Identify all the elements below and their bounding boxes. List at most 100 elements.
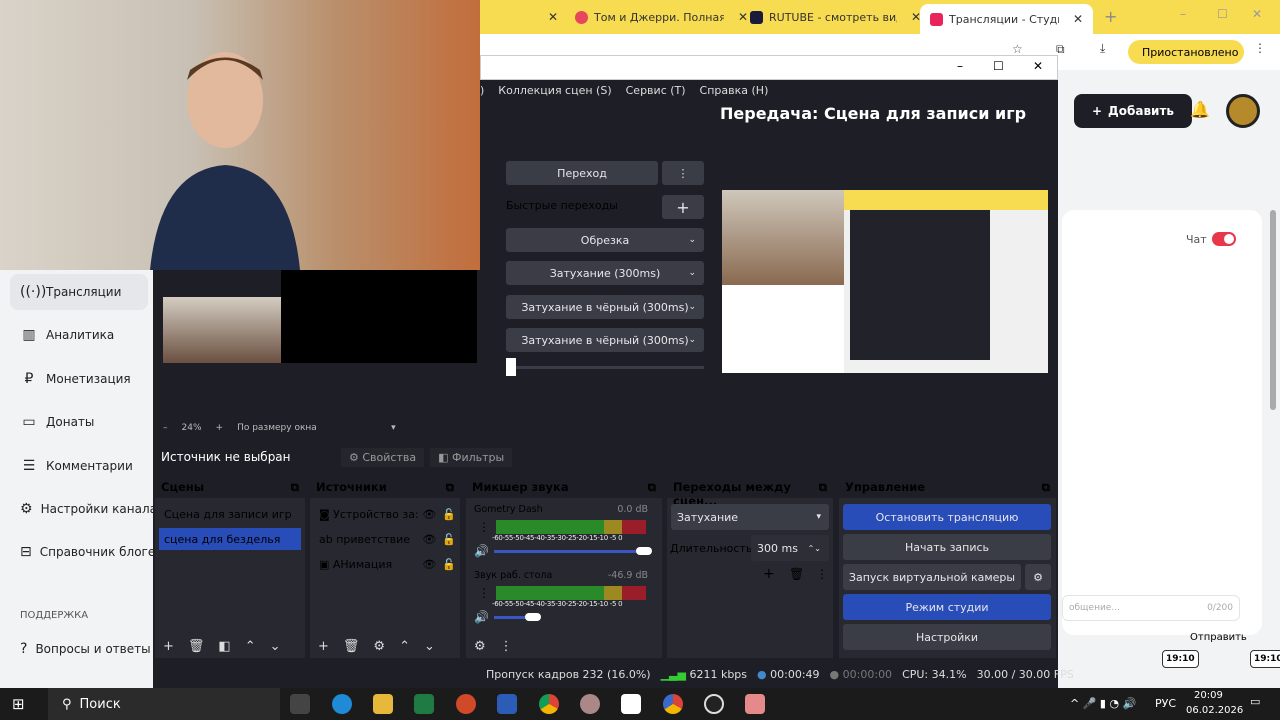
bell-icon[interactable]: 🔔 [1190,100,1210,119]
quick-transition-crop[interactable]: Обрезка ⌄ [506,228,704,252]
speaker-icon[interactable]: 🔊 [474,544,489,558]
gear-icon[interactable]: ⚙ [373,639,385,654]
properties-button[interactable]: ⚙ Свойства [341,447,425,467]
lock-icon[interactable]: 🔓 [442,558,456,571]
add-icon[interactable]: + [763,566,775,582]
tray-icons[interactable]: ^ 🎤 ▮ ◔ 🔊 [1070,697,1136,710]
search-box[interactable]: ⚲ Поиск [48,688,280,720]
studio-mode-button[interactable]: Режим студии [843,594,1051,620]
quick-transition-fade-black[interactable]: Затухание в чёрный (300ms) ⌄ [506,295,704,319]
eye-icon[interactable]: 👁 [422,533,436,546]
chevron-up-icon[interactable]: ⌃ [245,639,256,654]
add-icon[interactable]: + [318,639,329,654]
trash-icon[interactable]: 🗑 [188,639,205,654]
sidebar-item-comments[interactable]: ☰ Комментарии [10,448,148,484]
virtual-camera-button[interactable]: Запуск виртуальной камеры [843,564,1021,590]
more-icon[interactable]: ⋮ [500,639,513,654]
fit-select[interactable]: По размеру окна [237,423,377,433]
close-icon[interactable]: ✕ [738,10,748,24]
trash-icon[interactable]: 🗑 [789,567,804,581]
lock-icon[interactable]: 🔓 [442,533,456,546]
browser-icon[interactable] [663,694,683,714]
filter-icon[interactable]: ◧ [218,639,230,654]
sidebar-item-guide[interactable]: ⊟ Справочник блогера [10,534,170,570]
undock-icon[interactable]: ⧉ [291,480,299,496]
download-icon[interactable]: ⤓ [1100,41,1105,56]
sidebar-item-donations[interactable]: ▭ Донаты [10,404,148,440]
chevron-down-icon[interactable]: ⌄ [424,639,435,654]
zoom-in-button[interactable]: + [216,423,224,433]
tab-close[interactable]: ✕ [540,6,558,28]
dice-app-icon[interactable] [621,694,641,714]
clock-time[interactable]: 20:09 [1194,690,1223,701]
chevron-up-icon[interactable]: ⌃ [399,639,410,654]
tab-rutube[interactable]: RUTUBE - смотреть видео✕ [750,6,921,28]
duration-input[interactable]: 300 ms ⌃⌄ [751,535,829,561]
source-item[interactable]: ▣ АНимация 👁 🔓 [314,553,456,575]
scene-item[interactable]: Сцена для записи игр [159,503,301,525]
more-icon[interactable]: ⋮ [816,567,828,581]
lock-icon[interactable]: 🔓 [442,508,456,521]
advanced-audio-icon[interactable]: ⚙ [474,639,486,654]
tab-tom-and-jerry[interactable]: Том и Джерри. Полная к ✕ [575,6,748,28]
stop-stream-button[interactable]: Остановить трансляцию [843,504,1051,530]
sidebar-item-monetization[interactable]: ₽ Монетизация [10,361,148,397]
volume-knob[interactable] [636,547,652,555]
app-icon[interactable] [745,694,765,714]
tab-studio[interactable]: Трансляции - Студия RUT✕ [920,4,1094,34]
spinner-icon[interactable]: ⌃⌄ [808,544,821,553]
more-icon[interactable]: ⋮ [478,586,490,600]
add-button[interactable]: + Добавить [1074,94,1192,128]
volume-slider[interactable] [494,550,644,553]
menu-scene-collection[interactable]: Коллекция сцен (S) [498,84,611,97]
gear-icon[interactable]: ⚙ [1025,564,1051,590]
word-icon[interactable] [497,694,517,714]
chevron-down-icon[interactable]: ▾ [391,423,396,433]
scene-item[interactable]: сцена для безделья [159,528,301,550]
add-quick-transition-button[interactable]: + [662,195,704,219]
maximize-button[interactable]: ☐ [1217,7,1228,21]
close-window-button[interactable]: ✕ [1252,7,1262,21]
quick-transition-fade[interactable]: Затухание (300ms) ⌄ [506,261,704,285]
undock-icon[interactable]: ⧉ [648,480,656,496]
notifications-icon[interactable]: ▭ [1250,695,1260,708]
sidebar-item-channel-settings[interactable]: ⚙ Настройки канала [10,491,157,527]
channel-avatar[interactable] [1226,94,1260,128]
star-icon[interactable]: ☆ [1012,42,1023,56]
start-recording-button[interactable]: Начать запись [843,534,1051,560]
maximize-button[interactable]: ☐ [993,59,1004,73]
transition-slider[interactable] [506,358,704,376]
eye-icon[interactable]: 👁 [422,558,436,571]
volume-knob[interactable] [525,613,541,621]
sidebar-item-faq[interactable]: ? Вопросы и ответы [10,631,151,667]
powerpoint-icon[interactable] [456,694,476,714]
excel-icon[interactable] [414,694,434,714]
chevron-down-icon[interactable]: ⌄ [270,639,281,654]
add-icon[interactable]: + [163,639,174,654]
sidebar-item-analytics[interactable]: ▥ Аналитика [10,317,148,353]
obs-icon[interactable] [704,694,724,714]
settings-button[interactable]: Настройки [843,624,1051,650]
profile-button[interactable]: Приостановлено [1128,40,1244,64]
more-icon[interactable]: ⋮ [662,161,704,185]
language-indicator[interactable]: РУС [1155,697,1176,710]
source-item[interactable]: ab приветствие 👁 🔓 [314,528,456,550]
chrome-icon[interactable] [539,694,559,714]
undock-icon[interactable]: ⧉ [819,480,827,496]
task-view-icon[interactable] [290,694,310,714]
menu-icon[interactable]: ⋮ [1254,41,1266,55]
minimize-button[interactable]: – [1180,7,1186,21]
menu-item[interactable]: ) [480,84,484,97]
more-icon[interactable]: ⋮ [478,520,490,534]
message-input[interactable]: общение... 0/200 [1062,595,1240,621]
clock-date[interactable]: 06.02.2026 [1186,705,1243,716]
chat-toggle[interactable] [1212,232,1236,246]
edge-icon[interactable] [332,694,352,714]
zoom-out-button[interactable]: – [163,423,168,433]
new-tab-button[interactable]: + [1104,7,1117,26]
minimize-button[interactable]: – [957,59,963,73]
transition-select[interactable]: Затухание ▾ [671,504,829,530]
app-icon[interactable] [580,694,600,714]
sidebar-item-streams[interactable]: ((·)) Трансляции [10,274,148,310]
source-item[interactable]: ◙ Устройство за: 👁 🔓 [314,503,456,525]
